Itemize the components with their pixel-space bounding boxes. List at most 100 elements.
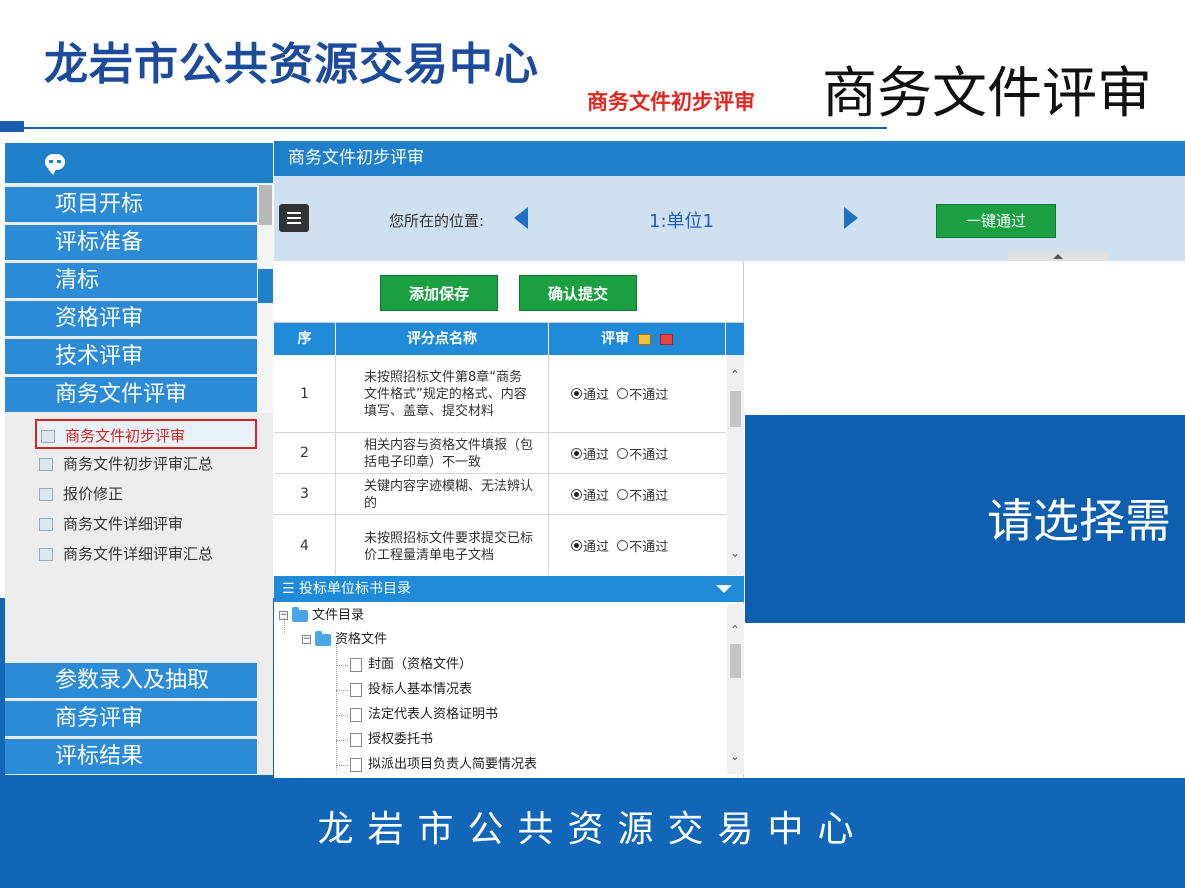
next-unit-arrow-icon[interactable] [844, 207, 858, 229]
menu-icon-line [287, 217, 301, 219]
row-judge: 通过 不通过 [549, 474, 726, 514]
pass-label: 通过 [583, 540, 610, 555]
col-seq: 序 [274, 323, 336, 355]
table-row: 3 关键内容字迹模糊、无法辨认的 通过 不通过 [274, 474, 726, 515]
row-judge: 通过 不通过 [549, 355, 726, 432]
collapse-tab[interactable] [1008, 252, 1108, 261]
document-viewer: 请选择需 [745, 261, 1185, 778]
nav-item-open-bid[interactable]: 项目开标 [5, 187, 257, 222]
pass-label: 通过 [583, 447, 610, 463]
nav-item-business-review[interactable]: 商务评审 [5, 701, 257, 736]
table-row: 1 未按照招标文件第8章“商务文件格式”规定的格式、内容填写、盖章、提交材料 通… [274, 355, 726, 433]
tree-root-label: 文件目录 [312, 608, 365, 623]
sub-item-label: 商务文件初步评审汇总 [63, 455, 214, 473]
viewer-message: 请选择需 [987, 494, 1171, 548]
fail-radio[interactable] [617, 447, 629, 459]
file-label: 投标人基本情况表 [368, 682, 473, 697]
save-button[interactable]: 添加保存 [380, 275, 498, 311]
sub-item-label: 商务文件详细评审汇总 [63, 545, 214, 563]
tree-file[interactable]: 封面（资格文件） [350, 654, 472, 676]
tree-scrollbar[interactable]: ⌃ ⌄ [727, 604, 744, 774]
select-all-fail-icon[interactable] [659, 333, 673, 345]
document-icon [39, 488, 53, 501]
folder-icon [292, 606, 308, 622]
directory-header[interactable]: ☰ 投标单位标书目录 [274, 576, 744, 602]
tree-line [336, 690, 348, 691]
file-label: 授权委托书 [368, 732, 434, 747]
tree-line [336, 642, 337, 770]
sub-item-preliminary-summary[interactable]: 商务文件初步评审汇总 [35, 449, 213, 479]
nav-item-prepare[interactable]: 评标准备 [5, 225, 257, 260]
menu-icon-line [287, 222, 301, 224]
document-icon [39, 518, 53, 531]
pass-all-button[interactable]: 一键通过 [936, 204, 1056, 238]
select-all-pass-icon[interactable] [638, 333, 651, 345]
nav-item-business[interactable]: 商务文件评审 [5, 377, 257, 412]
table-header: 序 评分点名称 评审 [274, 323, 744, 355]
collapse-icon[interactable]: − [302, 635, 311, 644]
document-icon [39, 548, 53, 561]
pass-label: 通过 [583, 488, 610, 504]
nav-item-clear[interactable]: 清标 [5, 263, 257, 298]
viewer-banner: 请选择需 [745, 415, 1185, 623]
fail-label: 不通过 [629, 388, 669, 403]
nav-item-qualification[interactable]: 资格评审 [5, 301, 257, 336]
sub-item-price-correction[interactable]: 报价修正 [35, 479, 123, 509]
tree-file[interactable]: 法定代表人资格证明书 [350, 704, 498, 726]
file-icon [350, 657, 362, 672]
fail-radio[interactable] [617, 488, 629, 500]
nav-item-technical[interactable]: 技术评审 [5, 339, 257, 374]
nav-item-result[interactable]: 评标结果 [5, 739, 257, 774]
collapse-triangle-icon[interactable] [716, 585, 732, 593]
file-label: 封面（资格文件） [368, 657, 473, 672]
row-name: 相关内容与资格文件填报（包括电子印章）不一致 [336, 433, 549, 473]
tree-folder[interactable]: − 资格文件 [302, 629, 387, 651]
row-judge: 通过 不通过 [549, 433, 726, 473]
collapse-icon[interactable]: − [279, 611, 288, 620]
file-icon [350, 757, 362, 772]
fail-radio[interactable] [617, 388, 629, 399]
scroll-down-icon[interactable]: ⌄ [729, 547, 741, 559]
col-name: 评分点名称 [336, 323, 549, 355]
tree-file[interactable]: 投标人基本情况表 [350, 679, 472, 701]
row-seq: 4 [274, 515, 336, 575]
prev-unit-arrow-icon[interactable] [514, 207, 528, 229]
submit-button[interactable]: 确认提交 [519, 275, 637, 311]
sub-item-label: 报价修正 [63, 485, 124, 503]
pass-radio[interactable] [571, 540, 582, 551]
fail-radio[interactable] [617, 540, 629, 551]
scroll-down-icon[interactable]: ⌄ [729, 750, 741, 762]
pass-radio[interactable] [571, 388, 582, 399]
nav-scroll-thumb[interactable] [259, 185, 272, 225]
tree-file[interactable]: 拟派出项目负责人简要情况表 [350, 754, 537, 776]
file-label: 法定代表人资格证明书 [368, 707, 499, 722]
file-icon [350, 707, 362, 722]
scroll-up-icon[interactable]: ⌃ [729, 369, 741, 381]
nav-item-param-entry[interactable]: 参数录入及抽取 [5, 663, 257, 698]
sub-item-label: 商务文件初步评审 [65, 427, 186, 445]
sub-item-detailed-summary[interactable]: 商务文件详细评审汇总 [35, 539, 213, 569]
header-divider [0, 127, 887, 129]
row-seq: 3 [274, 474, 336, 514]
table-scroll-thumb[interactable] [730, 391, 741, 427]
sub-item-detailed-review[interactable]: 商务文件详细评审 [35, 509, 183, 539]
scroll-up-icon[interactable]: ⌃ [729, 624, 741, 636]
col-judge-label: 评审 [601, 331, 630, 347]
row-name: 未按照招标文件第8章“商务文件格式”规定的格式、内容填写、盖章、提交材料 [336, 355, 549, 432]
slide: 龙岩市公共资源交易中心 商务文件初步评审 商务文件评审 龙岩市公共资源交易中心 … [0, 0, 1185, 888]
pass-radio[interactable] [571, 447, 582, 459]
pass-radio[interactable] [571, 488, 582, 500]
sub-item-business-preliminary[interactable]: 商务文件初步评审 [35, 419, 257, 449]
folder-icon [315, 630, 331, 646]
nav-side-marker [258, 269, 273, 303]
fail-label: 不通过 [629, 447, 669, 463]
org-title: 龙岩市公共资源交易中心 [44, 39, 539, 90]
document-icon [41, 430, 55, 443]
table-scrollbar[interactable]: ⌃ ⌄ [727, 355, 744, 575]
menu-button[interactable] [279, 204, 309, 232]
tree-scroll-thumb[interactable] [730, 644, 741, 678]
directory-title: 投标单位标书目录 [299, 581, 412, 597]
slide-title: 商务文件评审 [822, 61, 1153, 125]
tree-file[interactable]: 授权委托书 [350, 729, 433, 751]
tree-root[interactable]: − 文件目录 [279, 605, 364, 627]
